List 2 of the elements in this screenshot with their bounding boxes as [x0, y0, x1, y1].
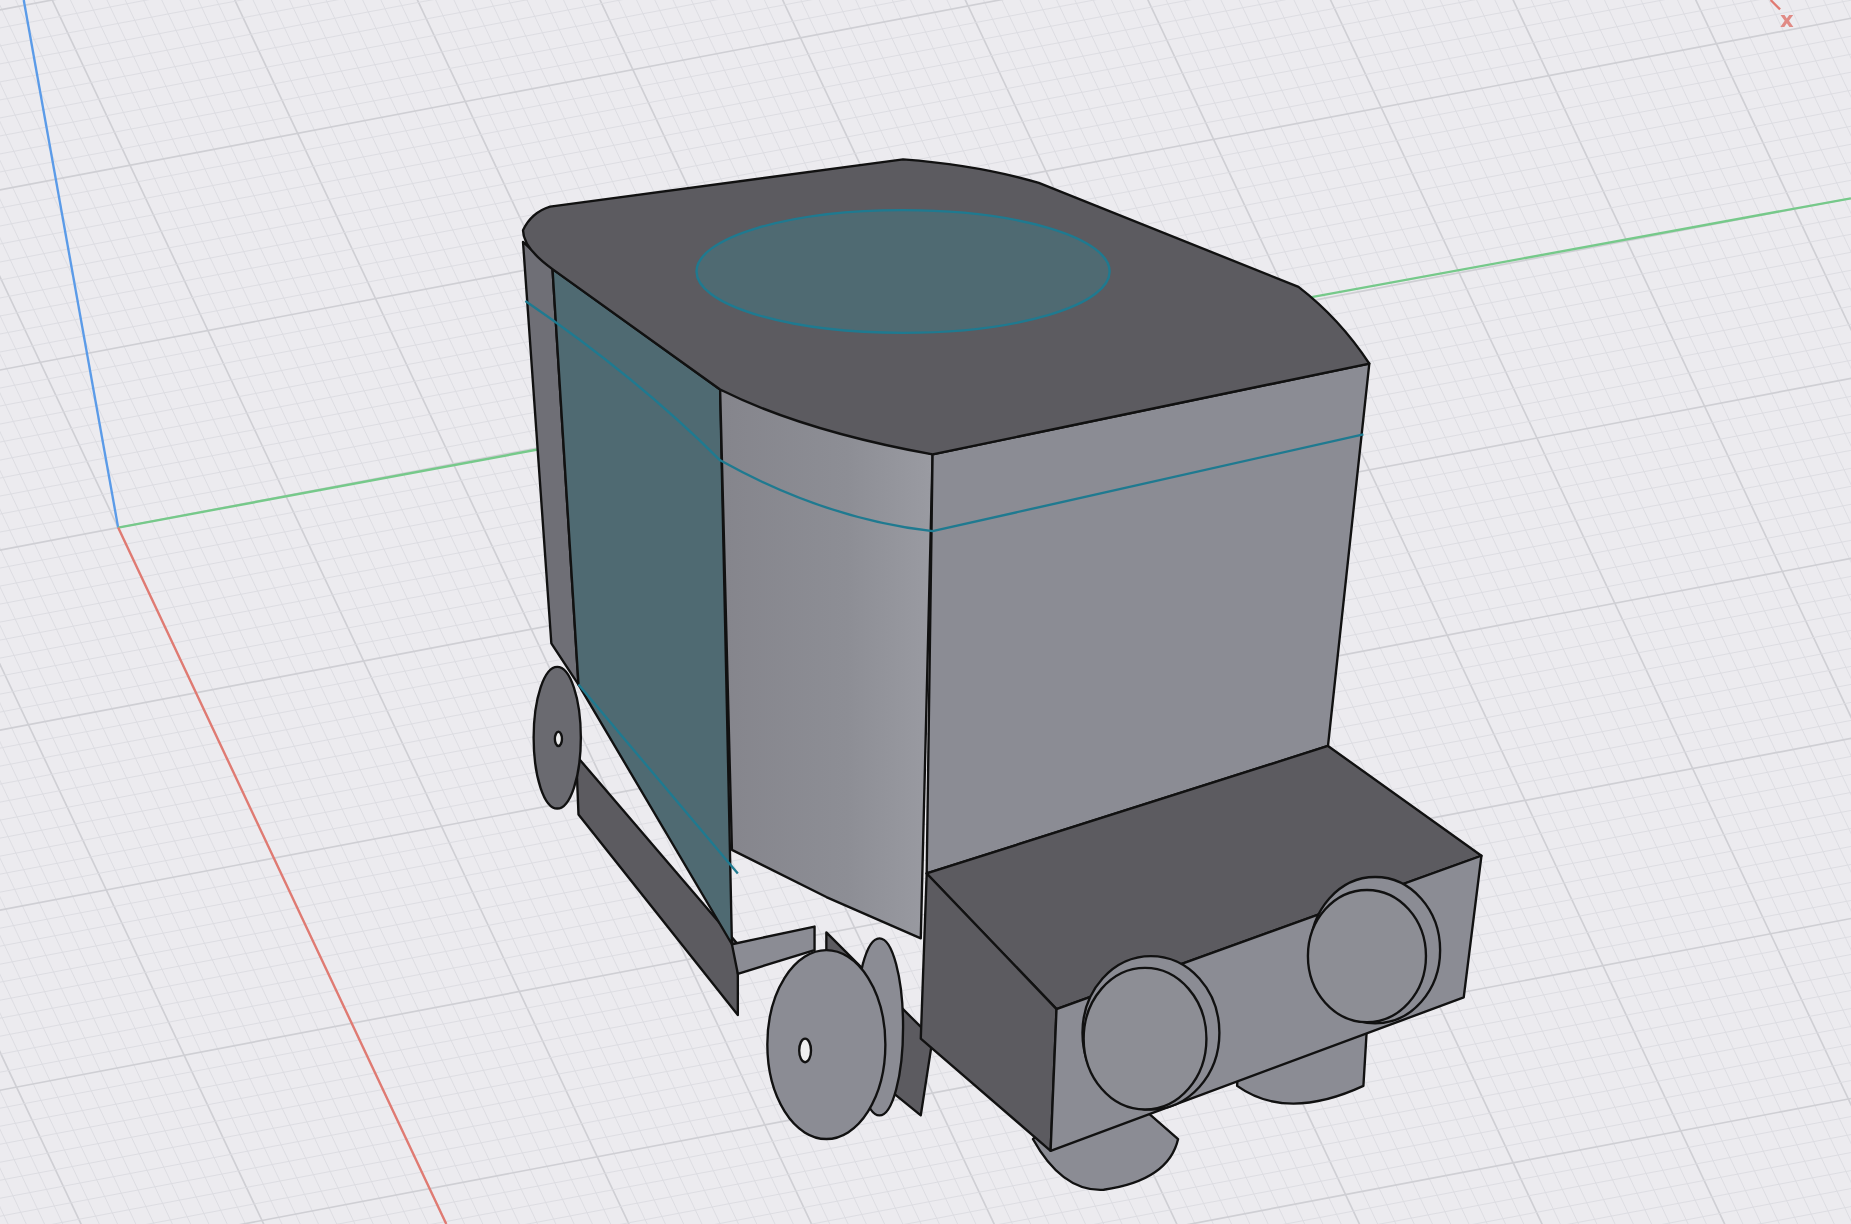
axis-line [1769, 0, 1781, 11]
axis-label: x [1780, 7, 1794, 33]
